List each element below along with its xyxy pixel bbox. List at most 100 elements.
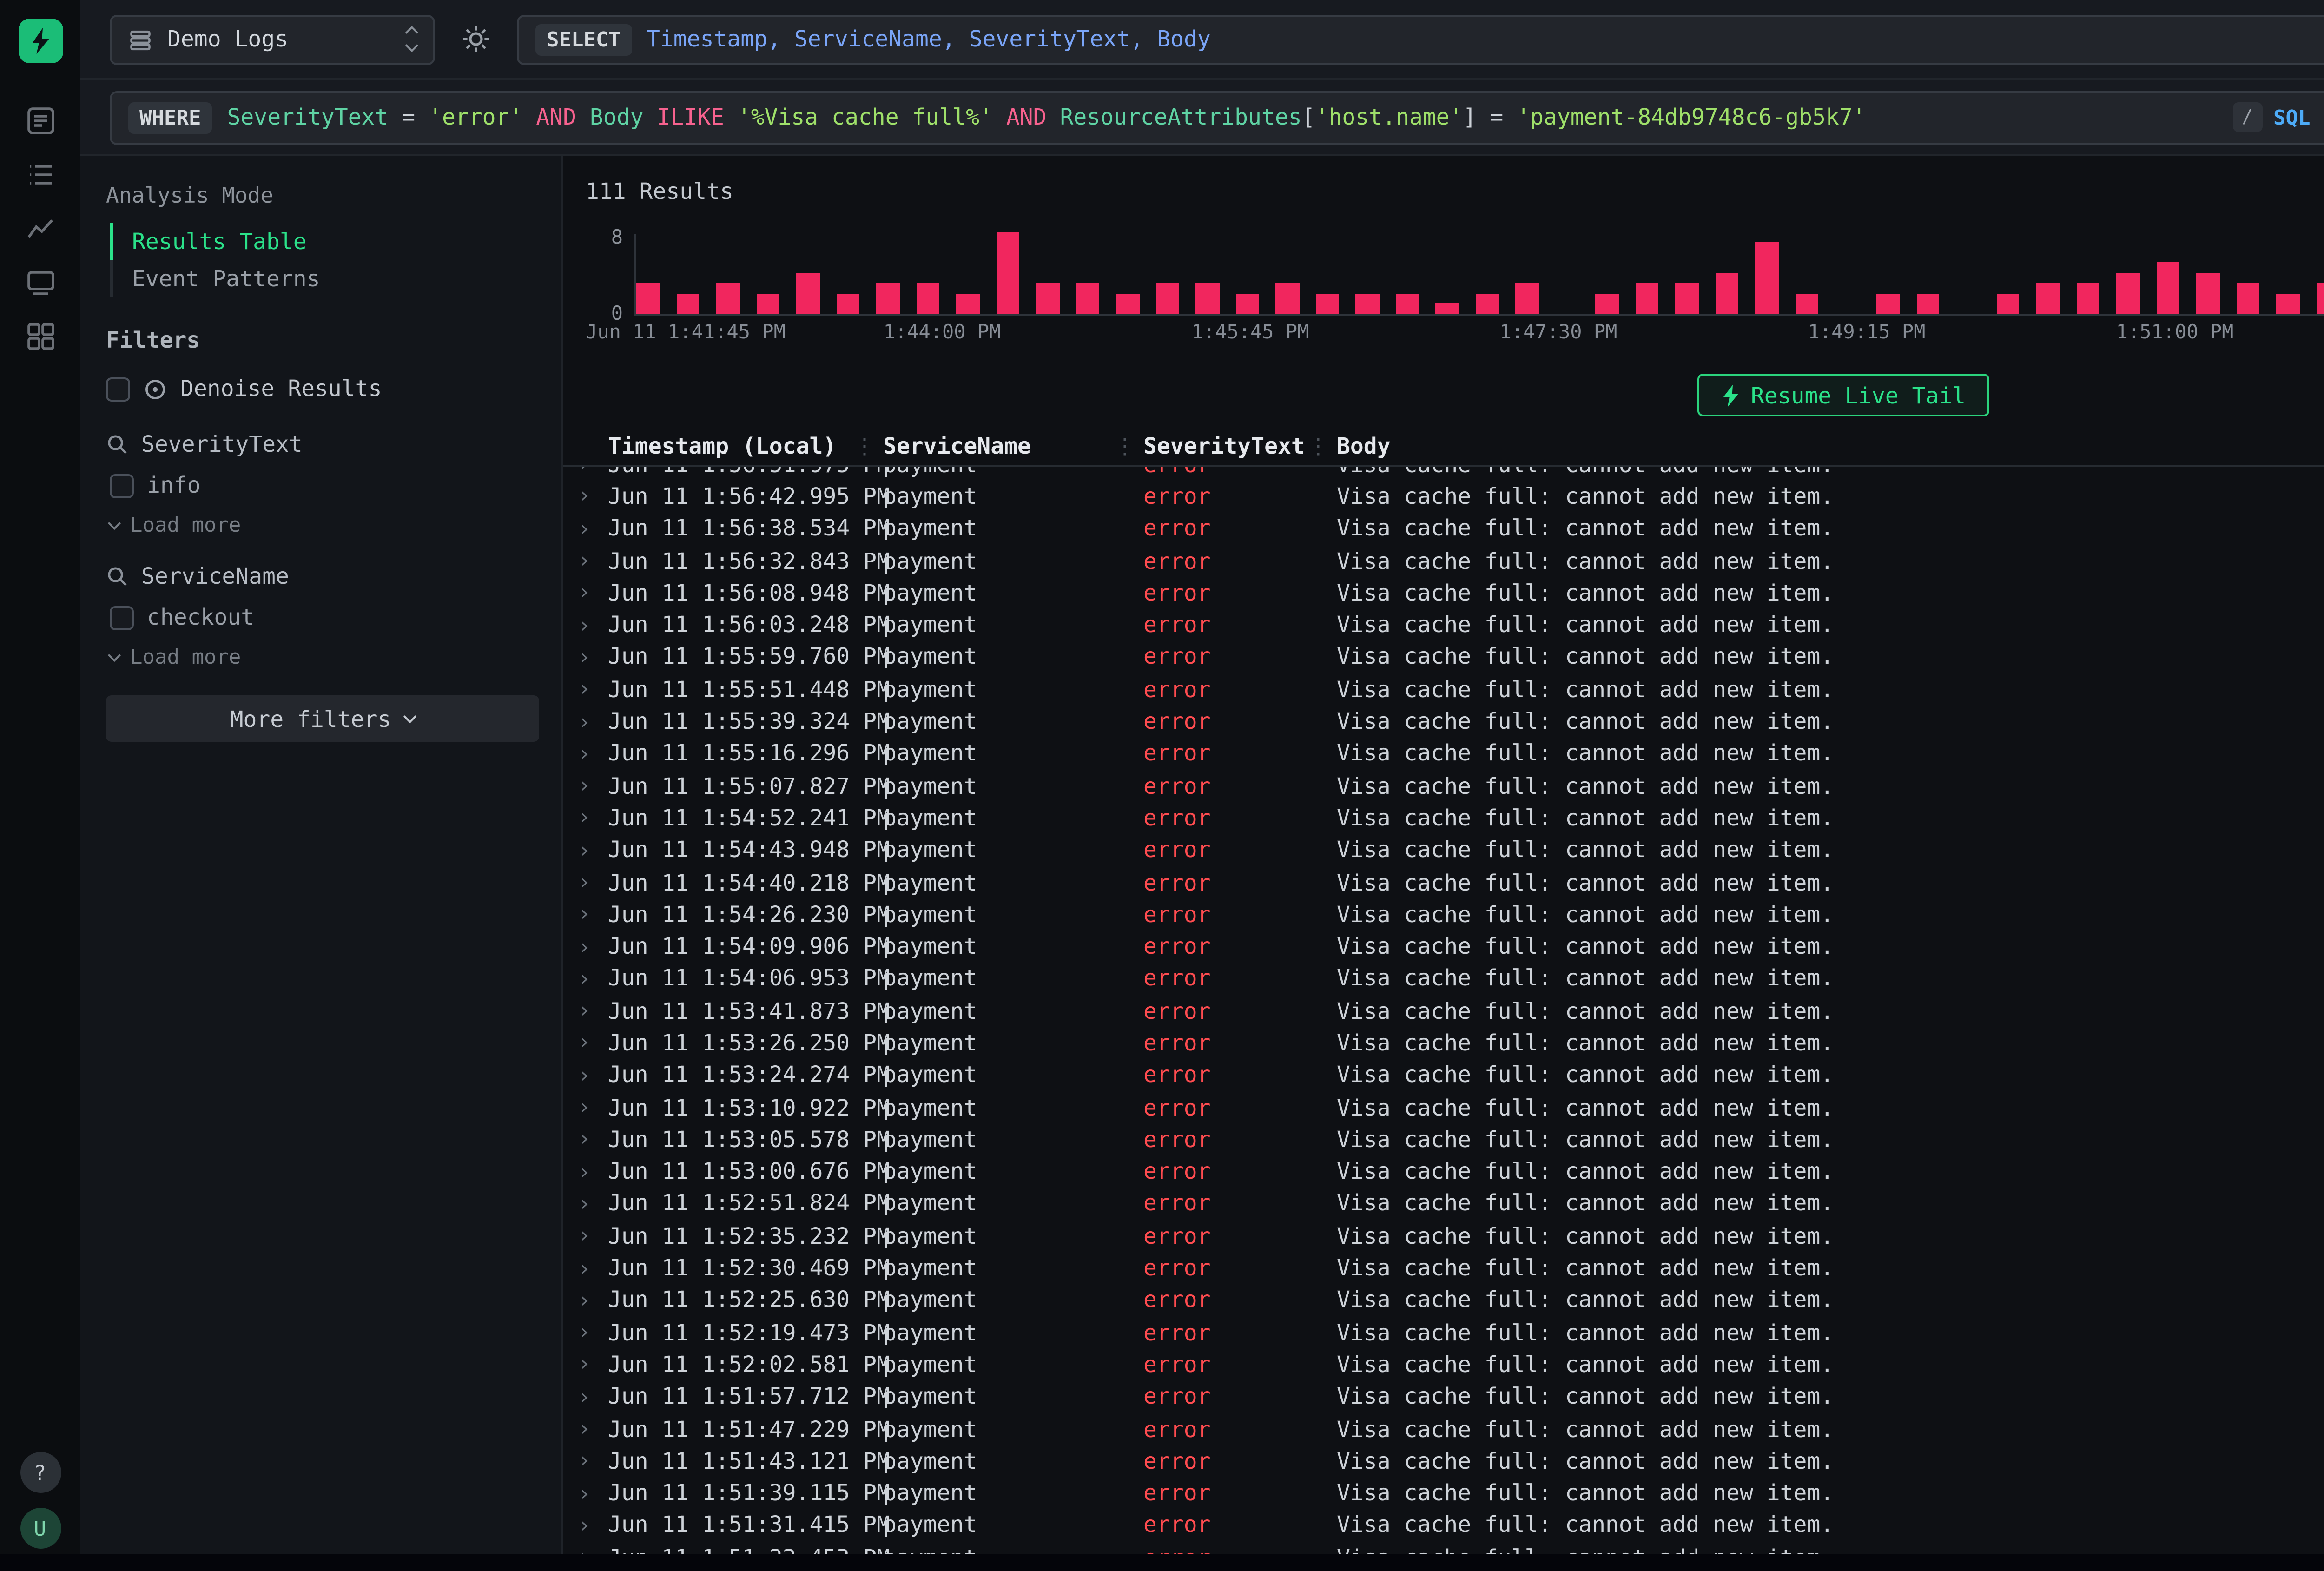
- histogram-bar[interactable]: [1676, 283, 1699, 314]
- log-row[interactable]: ›Jun 11 1:54:40.218 PMpaymenterrorVisa c…: [563, 866, 2324, 898]
- row-expand-icon[interactable]: ›: [574, 773, 608, 798]
- row-expand-icon[interactable]: ›: [574, 1095, 608, 1119]
- row-expand-icon[interactable]: ›: [574, 484, 608, 508]
- log-row[interactable]: ›Jun 11 1:55:16.296 PMpaymenterrorVisa c…: [563, 738, 2324, 770]
- log-row[interactable]: ›Jun 11 1:52:35.232 PMpaymenterrorVisa c…: [563, 1220, 2324, 1252]
- filter-option-label[interactable]: info: [147, 472, 201, 498]
- row-expand-icon[interactable]: ›: [574, 1031, 608, 1055]
- log-row[interactable]: ›Jun 11 1:54:06.953 PMpaymenterrorVisa c…: [563, 963, 2324, 995]
- log-row[interactable]: ›Jun 11 1:53:05.578 PMpaymenterrorVisa c…: [563, 1123, 2324, 1155]
- histogram-bar[interactable]: [1356, 294, 1379, 314]
- column-resize-icon[interactable]: ⋮: [1114, 432, 1136, 458]
- log-row[interactable]: ›Jun 11 1:55:39.324 PMpaymenterrorVisa c…: [563, 706, 2324, 738]
- app-logo[interactable]: [18, 19, 62, 63]
- row-expand-icon[interactable]: ›: [574, 1160, 608, 1184]
- chart-nav-icon[interactable]: [23, 212, 57, 245]
- row-expand-icon[interactable]: ›: [574, 870, 608, 894]
- histogram-bar[interactable]: [1596, 294, 1619, 314]
- log-row[interactable]: ›Jun 11 1:52:25.630 PMpaymenterrorVisa c…: [563, 1284, 2324, 1316]
- log-row[interactable]: ›Jun 11 1:54:26.230 PMpaymenterrorVisa c…: [563, 898, 2324, 931]
- log-row[interactable]: ›Jun 11 1:51:22.453 PMpaymenterrorVisa c…: [563, 1541, 2324, 1554]
- row-expand-icon[interactable]: ›: [574, 999, 608, 1023]
- user-avatar[interactable]: U: [20, 1508, 60, 1549]
- histogram-bar[interactable]: [1476, 294, 1499, 314]
- row-expand-icon[interactable]: ›: [574, 1256, 608, 1280]
- log-row[interactable]: ›Jun 11 1:54:43.948 PMpaymenterrorVisa c…: [563, 834, 2324, 866]
- histogram-bar[interactable]: [1996, 294, 2019, 314]
- log-row[interactable]: ›Jun 11 1:51:31.415 PMpaymenterrorVisa c…: [563, 1509, 2324, 1541]
- histogram-bar[interactable]: [916, 283, 939, 314]
- log-row[interactable]: ›Jun 11 1:56:51.975 PMpaymenterrorVisa c…: [563, 467, 2324, 480]
- histogram-bar[interactable]: [2076, 283, 2099, 314]
- more-filters-button[interactable]: More filters: [106, 695, 539, 742]
- histogram-bar[interactable]: [636, 283, 659, 314]
- log-row[interactable]: ›Jun 11 1:55:51.448 PMpaymenterrorVisa c…: [563, 673, 2324, 705]
- histogram-bar[interactable]: [2316, 283, 2324, 314]
- log-row[interactable]: ›Jun 11 1:54:09.906 PMpaymenterrorVisa c…: [563, 931, 2324, 963]
- list-nav-icon[interactable]: [23, 158, 57, 191]
- histogram-bar[interactable]: [2276, 294, 2299, 314]
- histogram-bar[interactable]: [1756, 242, 1779, 314]
- row-expand-icon[interactable]: ›: [574, 1545, 608, 1554]
- log-row[interactable]: ›Jun 11 1:52:30.469 PMpaymenterrorVisa c…: [563, 1252, 2324, 1284]
- sql-mode-toggle[interactable]: SQL: [2273, 105, 2311, 129]
- histogram-bar[interactable]: [2036, 283, 2059, 314]
- row-expand-icon[interactable]: ›: [574, 1224, 608, 1248]
- column-resize-icon[interactable]: ⋮: [853, 432, 876, 458]
- log-row[interactable]: ›Jun 11 1:51:43.121 PMpaymenterrorVisa c…: [563, 1445, 2324, 1477]
- histogram-bar[interactable]: [1156, 283, 1179, 314]
- log-row[interactable]: ›Jun 11 1:52:51.824 PMpaymenterrorVisa c…: [563, 1188, 2324, 1220]
- resume-live-tail-button[interactable]: Resume Live Tail: [1697, 374, 1990, 416]
- where-input[interactable]: WHERE SeverityText = 'error' AND Body IL…: [110, 90, 2324, 144]
- histogram-bar[interactable]: [1036, 283, 1059, 314]
- row-expand-icon[interactable]: ›: [574, 1128, 608, 1152]
- col-timestamp[interactable]: Timestamp (Local) ⋮: [608, 432, 883, 458]
- log-row[interactable]: ›Jun 11 1:53:00.676 PMpaymenterrorVisa c…: [563, 1155, 2324, 1188]
- row-expand-icon[interactable]: ›: [574, 1513, 608, 1538]
- search-logs-nav-icon[interactable]: [23, 104, 57, 138]
- log-row[interactable]: ›Jun 11 1:52:19.473 PMpaymenterrorVisa c…: [563, 1316, 2324, 1348]
- log-row[interactable]: ›Jun 11 1:51:57.712 PMpaymenterrorVisa c…: [563, 1380, 2324, 1413]
- row-expand-icon[interactable]: ›: [574, 677, 608, 701]
- histogram-bar[interactable]: [1316, 294, 1339, 314]
- histogram-bar[interactable]: [1436, 303, 1459, 314]
- histogram-bar[interactable]: [1396, 294, 1419, 314]
- gear-icon[interactable]: [454, 17, 498, 61]
- histogram-bar[interactable]: [716, 283, 739, 314]
- source-select[interactable]: Demo Logs: [110, 14, 435, 64]
- terminal-nav-icon[interactable]: [23, 266, 57, 299]
- column-resize-icon[interactable]: ⋮: [1307, 432, 1329, 458]
- histogram-bar[interactable]: [1876, 294, 1899, 314]
- histogram-bar[interactable]: [756, 294, 779, 314]
- row-expand-icon[interactable]: ›: [574, 1192, 608, 1216]
- row-expand-icon[interactable]: ›: [574, 709, 608, 733]
- denoise-checkbox[interactable]: [106, 376, 130, 401]
- row-expand-icon[interactable]: ›: [574, 467, 608, 476]
- row-expand-icon[interactable]: ›: [574, 1353, 608, 1377]
- log-row[interactable]: ›Jun 11 1:56:32.843 PMpaymenterrorVisa c…: [563, 545, 2324, 577]
- row-expand-icon[interactable]: ›: [574, 934, 608, 958]
- row-expand-icon[interactable]: ›: [574, 548, 608, 573]
- filter-option-checkbox-info[interactable]: [110, 473, 134, 497]
- log-row[interactable]: ›Jun 11 1:53:24.274 PMpaymenterrorVisa c…: [563, 1059, 2324, 1091]
- log-row[interactable]: ›Jun 11 1:51:39.115 PMpaymenterrorVisa c…: [563, 1477, 2324, 1509]
- mode-event-patterns[interactable]: Event Patterns: [113, 260, 539, 297]
- row-expand-icon[interactable]: ›: [574, 1449, 608, 1473]
- row-expand-icon[interactable]: ›: [574, 902, 608, 926]
- histogram-bar[interactable]: [1636, 283, 1659, 314]
- log-row[interactable]: ›Jun 11 1:54:52.241 PMpaymenterrorVisa c…: [563, 802, 2324, 834]
- log-row[interactable]: ›Jun 11 1:56:38.534 PMpaymenterrorVisa c…: [563, 512, 2324, 544]
- histogram-bar[interactable]: [2116, 273, 2139, 314]
- row-expand-icon[interactable]: ›: [574, 967, 608, 991]
- select-query-input[interactable]: SELECT Timestamp, ServiceName, SeverityT…: [517, 14, 2324, 64]
- log-row[interactable]: ›Jun 11 1:56:03.248 PMpaymenterrorVisa c…: [563, 609, 2324, 641]
- histogram-bar[interactable]: [1076, 283, 1099, 314]
- load-more-button[interactable]: Load more: [110, 513, 539, 537]
- row-expand-icon[interactable]: ›: [574, 1320, 608, 1345]
- filter-group-servicename[interactable]: ServiceName: [141, 563, 289, 589]
- row-expand-icon[interactable]: ›: [574, 1288, 608, 1312]
- log-row[interactable]: ›Jun 11 1:52:02.581 PMpaymenterrorVisa c…: [563, 1348, 2324, 1380]
- log-row[interactable]: ›Jun 11 1:55:07.827 PMpaymenterrorVisa c…: [563, 770, 2324, 802]
- row-expand-icon[interactable]: ›: [574, 806, 608, 830]
- histogram-bar[interactable]: [1516, 283, 1539, 314]
